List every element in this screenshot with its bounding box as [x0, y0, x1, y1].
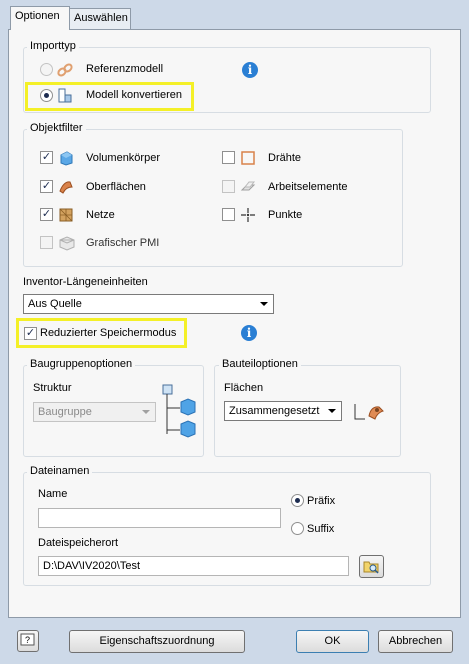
- info-icon-memory[interactable]: i: [241, 325, 257, 341]
- work-feature-icon: [240, 181, 256, 191]
- location-input[interactable]: D:\DAV\IV2020\Test: [38, 556, 349, 576]
- surfaces-dropdown[interactable]: Zusammengesetzt: [224, 401, 342, 421]
- assembly-structure-icon: [162, 384, 196, 438]
- info-icon[interactable]: i: [242, 62, 258, 78]
- surface-icon: [59, 181, 73, 194]
- referenzmodell-radio[interactable]: [40, 63, 53, 76]
- assembly-options-legend: Baugruppenoptionen: [27, 358, 136, 370]
- object-filter-legend: Objektfilter: [27, 122, 86, 134]
- tab-auswaehlen-label: Auswählen: [74, 12, 128, 24]
- wire-icon: [241, 151, 255, 165]
- structure-dropdown[interactable]: Baugruppe: [33, 402, 156, 422]
- import-type-legend: Importtyp: [27, 40, 79, 52]
- reduced-memory-checkbox[interactable]: ✓: [24, 327, 37, 340]
- grafischer-pmi-checkbox[interactable]: [40, 236, 53, 249]
- units-label: Inventor-Längeneinheiten: [23, 276, 148, 288]
- chevron-down-icon: [260, 302, 268, 306]
- convert-model-icon: [58, 88, 72, 103]
- cancel-button[interactable]: Abbrechen: [378, 630, 453, 653]
- arbeitselemente-label: Arbeitselemente: [268, 181, 348, 193]
- mesh-icon: [59, 208, 73, 222]
- solid-body-icon: [60, 151, 73, 166]
- property-mapping-label: Eigenschaftszuordnung: [99, 635, 215, 647]
- oberflaechen-label: Oberflächen: [86, 181, 146, 193]
- options-page: Importtyp Referenzmodell Modell konverti…: [8, 29, 461, 618]
- punkte-checkbox[interactable]: [222, 208, 235, 221]
- suffix-radio[interactable]: [291, 522, 304, 535]
- chevron-down-icon: [328, 409, 336, 413]
- draehte-checkbox[interactable]: [222, 151, 235, 164]
- prefix-radio[interactable]: [291, 494, 304, 507]
- composite-surface-icon: [354, 404, 384, 420]
- modell-konvertieren-label: Modell konvertieren: [86, 89, 182, 101]
- surfaces-label: Flächen: [224, 382, 264, 394]
- tab-optionen-label: Optionen: [15, 10, 60, 22]
- tab-optionen[interactable]: Optionen: [10, 6, 70, 30]
- help-button[interactable]: ?: [17, 630, 39, 652]
- point-icon: [241, 208, 255, 222]
- oberflaechen-checkbox[interactable]: ✓: [40, 180, 53, 193]
- property-mapping-button[interactable]: Eigenschaftszuordnung: [69, 630, 245, 653]
- netze-checkbox[interactable]: ✓: [40, 208, 53, 221]
- volumenkoerper-label: Volumenkörper: [86, 152, 160, 164]
- punkte-label: Punkte: [268, 209, 303, 221]
- cancel-label: Abbrechen: [388, 635, 443, 647]
- object-filter-group: [23, 129, 403, 267]
- file-names-legend: Dateinamen: [27, 465, 93, 477]
- draehte-label: Drähte: [268, 152, 302, 164]
- ok-button[interactable]: OK: [296, 630, 369, 653]
- ok-label: OK: [324, 635, 341, 647]
- surfaces-value: Zusammengesetzt: [229, 405, 320, 417]
- name-label: Name: [38, 488, 68, 500]
- reference-link-icon: [57, 63, 73, 77]
- location-label: Dateispeicherort: [38, 537, 119, 549]
- units-dropdown[interactable]: Aus Quelle: [23, 294, 274, 314]
- graphic-pmi-icon: [59, 236, 75, 251]
- modell-konvertieren-radio[interactable]: [40, 89, 53, 102]
- browse-folder-button[interactable]: [359, 555, 384, 578]
- referenzmodell-label: Referenzmodell: [86, 63, 164, 75]
- netze-label: Netze: [86, 209, 115, 221]
- reduced-memory-label: Reduzierter Speichermodus: [40, 327, 177, 339]
- part-options-legend: Bauteiloptionen: [219, 358, 301, 370]
- suffix-label: Suffix: [307, 523, 335, 535]
- structure-label: Struktur: [33, 382, 72, 394]
- name-input[interactable]: [38, 508, 281, 528]
- location-value: D:\DAV\IV2020\Test: [43, 560, 141, 572]
- prefix-label: Präfix: [307, 495, 336, 507]
- arbeitselemente-checkbox[interactable]: [222, 180, 235, 193]
- help-icon: ?: [20, 633, 35, 646]
- volumenkoerper-checkbox[interactable]: ✓: [40, 151, 53, 164]
- units-value: Aus Quelle: [28, 298, 82, 310]
- structure-value: Baugruppe: [38, 406, 92, 418]
- folder-search-icon: [363, 561, 379, 574]
- svg-text:?: ?: [25, 635, 30, 645]
- tab-auswaehlen[interactable]: Auswählen: [69, 8, 131, 30]
- grafischer-pmi-label: Grafischer PMI: [86, 237, 160, 249]
- chevron-down-icon: [142, 410, 150, 414]
